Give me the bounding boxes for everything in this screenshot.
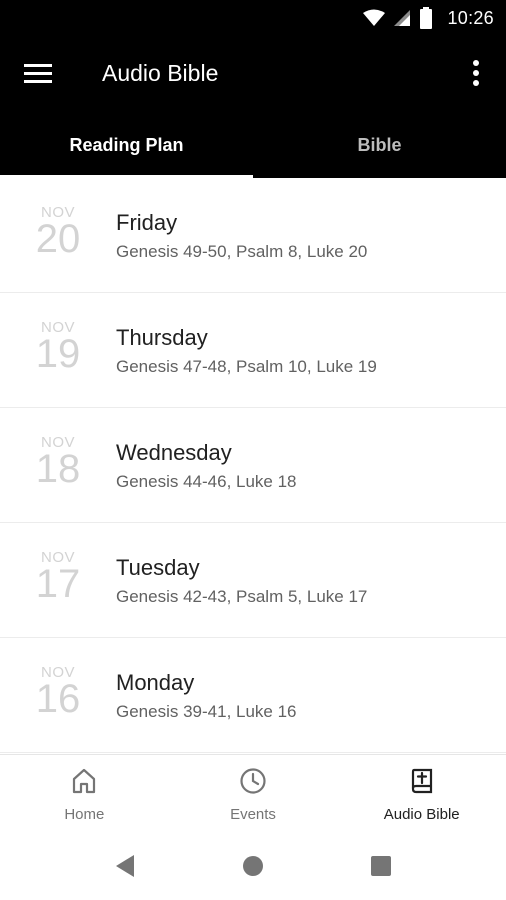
status-bar: 10:26: [0, 0, 506, 36]
date-day: 16: [35, 677, 81, 721]
date-block: NOV 19: [22, 319, 94, 374]
wifi-icon: [363, 9, 386, 27]
date-block: NOV 20: [22, 204, 94, 259]
passages-label: Genesis 42-43, Psalm 5, Luke 17: [116, 587, 368, 606]
nav-events[interactable]: Events: [169, 755, 338, 833]
weekday-label: Tuesday: [116, 555, 200, 580]
more-options-icon[interactable]: [464, 58, 488, 88]
recents-square-icon[interactable]: [365, 850, 397, 882]
tab-reading-plan[interactable]: Reading Plan: [0, 112, 253, 178]
weekday-label: Wednesday: [116, 440, 232, 465]
nav-events-label: Events: [230, 806, 276, 823]
list-item[interactable]: NOV 17 Tuesday Genesis 42-43, Psalm 5, L…: [0, 523, 506, 638]
list-item[interactable]: NOV 19 Thursday Genesis 47-48, Psalm 10,…: [0, 293, 506, 408]
back-triangle-icon[interactable]: [109, 850, 141, 882]
bottom-navigation: Home Events Audio Bible: [0, 754, 506, 833]
date-day: 18: [35, 447, 81, 491]
date-block: NOV 16: [22, 664, 94, 719]
reading-plan-list: NOV 20 Friday Genesis 49-50, Psalm 8, Lu…: [0, 178, 506, 754]
passages-label: Genesis 49-50, Psalm 8, Luke 20: [116, 242, 368, 261]
date-day: 19: [35, 332, 81, 376]
date-day: 17: [35, 562, 81, 606]
battery-icon: [419, 7, 433, 29]
nav-audio-bible-label: Audio Bible: [383, 806, 460, 823]
clock-icon: [239, 767, 267, 800]
tab-bible[interactable]: Bible: [253, 112, 506, 178]
tab-bar: Reading Plan Bible: [0, 112, 506, 178]
passages-label: Genesis 39-41, Luke 16: [116, 702, 297, 721]
signal-icon: [393, 9, 411, 27]
app-title: Audio Bible: [102, 60, 219, 86]
weekday-label: Friday: [116, 210, 178, 235]
passages-label: Genesis 44-46, Luke 18: [116, 472, 297, 491]
passages-label: Genesis 47-48, Psalm 10, Luke 19: [116, 357, 377, 376]
clock-time: 10:26: [447, 7, 494, 28]
bible-icon: [408, 767, 436, 800]
date-day: 20: [35, 217, 81, 261]
nav-home-label: Home: [64, 806, 105, 823]
list-item[interactable]: NOV 16 Monday Genesis 39-41, Luke 16: [0, 638, 506, 753]
weekday-label: Thursday: [116, 325, 208, 350]
nav-home[interactable]: Home: [0, 755, 169, 833]
date-block: NOV 18: [22, 434, 94, 489]
list-item[interactable]: NOV 20 Friday Genesis 49-50, Psalm 8, Lu…: [0, 178, 506, 293]
home-circle-icon[interactable]: [237, 850, 269, 882]
nav-audio-bible[interactable]: Audio Bible: [337, 755, 506, 833]
list-item[interactable]: NOV 18 Wednesday Genesis 44-46, Luke 18: [0, 408, 506, 523]
date-block: NOV 17: [22, 549, 94, 604]
home-icon: [70, 767, 98, 800]
app-bar: Audio Bible: [0, 36, 506, 112]
menu-icon[interactable]: [24, 60, 54, 88]
weekday-label: Monday: [116, 670, 195, 695]
system-navigation-bar: [0, 832, 506, 900]
